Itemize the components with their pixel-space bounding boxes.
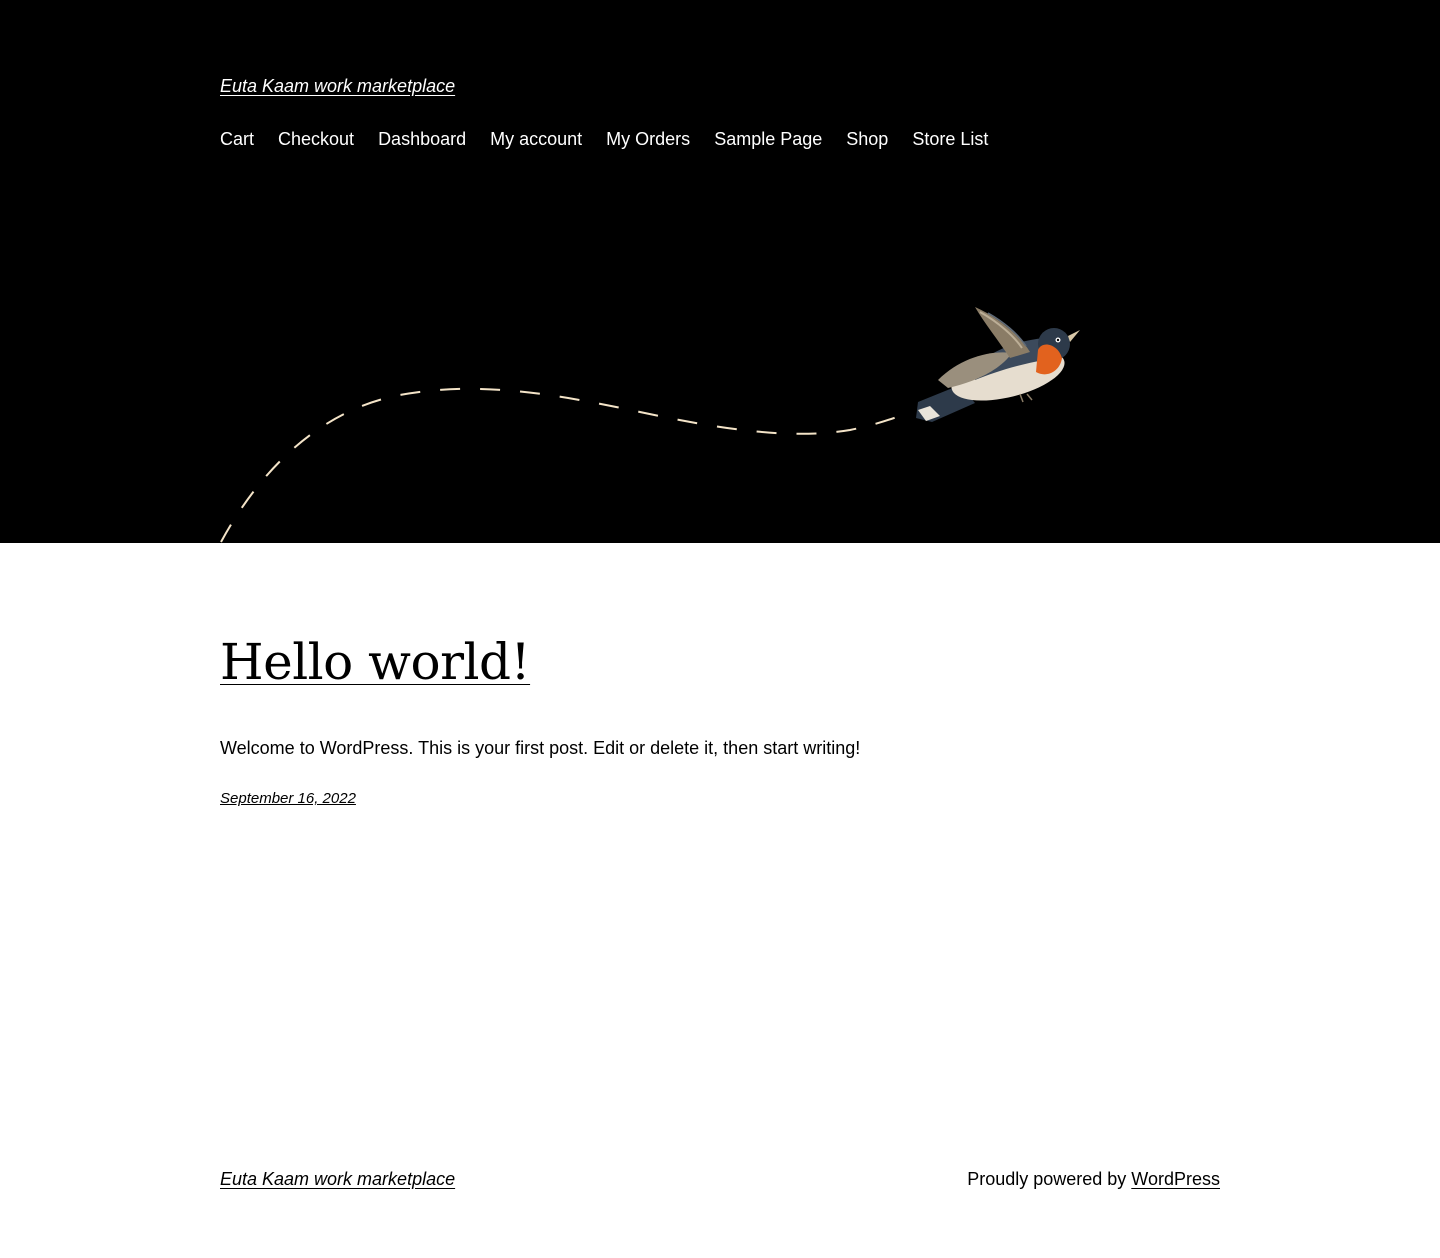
- nav-item-my-account[interactable]: My account: [490, 126, 582, 152]
- credit-prefix: Proudly powered by: [967, 1169, 1132, 1189]
- nav-item-my-orders[interactable]: My Orders: [606, 126, 690, 152]
- footer-site-title-link[interactable]: Euta Kaam work marketplace: [220, 1167, 455, 1191]
- nav-item-store-list[interactable]: Store List: [912, 126, 988, 152]
- nav-item-dashboard[interactable]: Dashboard: [378, 126, 466, 152]
- nav-item-cart[interactable]: Cart: [220, 126, 254, 152]
- site-header: Euta Kaam work marketplace Cart Checkout…: [0, 0, 1440, 543]
- nav-item-sample-page[interactable]: Sample Page: [714, 126, 822, 152]
- dashed-flight-path: [220, 387, 911, 543]
- primary-navigation: Cart Checkout Dashboard My account My Or…: [220, 126, 988, 152]
- footer-credit: Proudly powered by WordPress: [967, 1167, 1220, 1191]
- post-title-link[interactable]: Hello world!: [220, 630, 531, 694]
- site-title-link[interactable]: Euta Kaam work marketplace: [220, 74, 455, 98]
- flying-bird-icon: [916, 307, 1080, 422]
- wordpress-link[interactable]: WordPress: [1131, 1169, 1220, 1189]
- hero-illustration: [220, 307, 1080, 543]
- post-date-link[interactable]: September 16, 2022: [220, 789, 356, 809]
- nav-item-shop[interactable]: Shop: [846, 126, 888, 152]
- nav-item-checkout[interactable]: Checkout: [278, 126, 354, 152]
- post-excerpt: Welcome to WordPress. This is your first…: [220, 738, 861, 758]
